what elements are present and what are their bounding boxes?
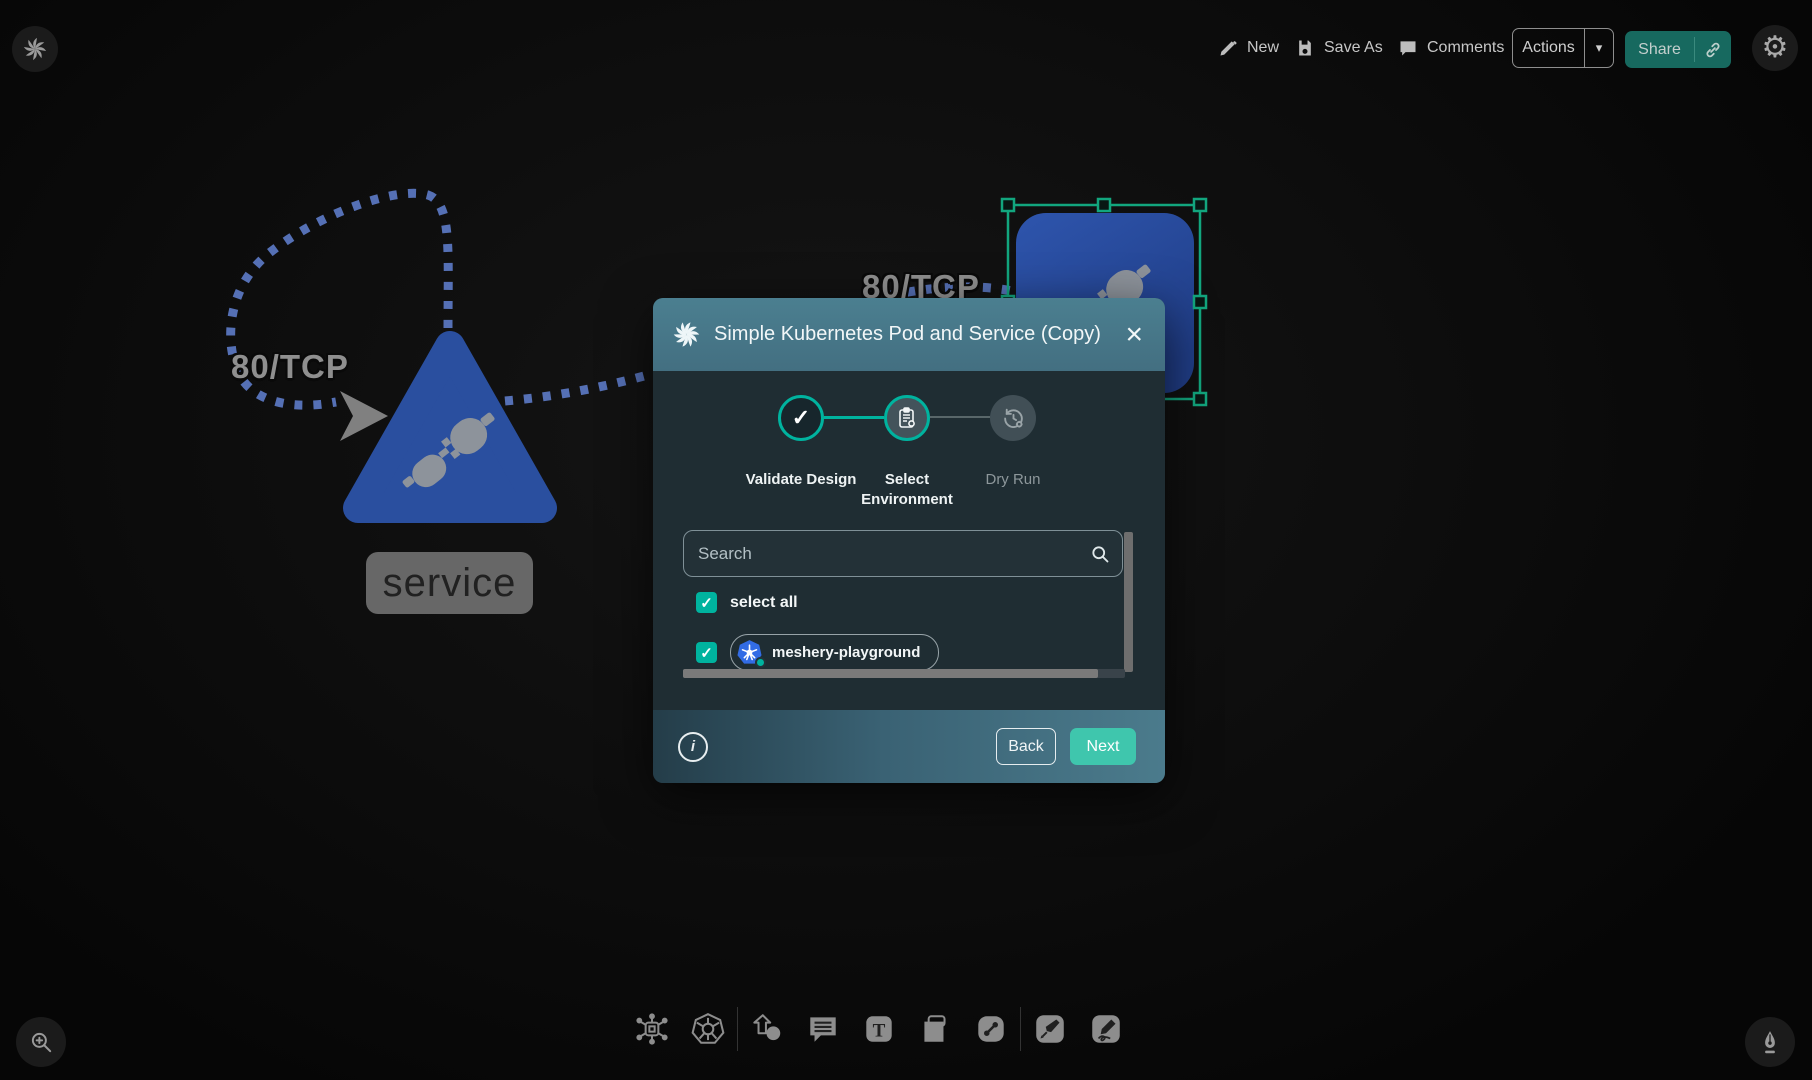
comments-button[interactable]: Comments [1398, 38, 1504, 58]
pen-nib-icon [1757, 1029, 1783, 1055]
note-tool-button[interactable] [907, 1001, 963, 1057]
meshery-logo-icon [673, 321, 700, 348]
actions-dropdown[interactable]: Actions ▾ [1512, 28, 1614, 68]
new-button[interactable]: New [1218, 38, 1279, 58]
select-all-label: select all [730, 594, 798, 612]
meshery-design-canvas: { "icons": { "close": "×", "caret": "▾",… [0, 0, 1812, 1080]
share-button[interactable]: Share [1625, 31, 1731, 68]
environment-search [683, 530, 1123, 577]
pen-mode-button[interactable] [1745, 1017, 1795, 1067]
edge-icon [973, 1011, 1009, 1047]
app-menu-button[interactable] [12, 26, 58, 72]
shapes-tool-button[interactable] [739, 1001, 795, 1057]
actions-label: Actions [1513, 39, 1584, 57]
environment-checkbox[interactable]: ✓ [696, 642, 717, 663]
edge-port-label: 80/TCP [231, 348, 349, 386]
text-tool-button[interactable]: T [851, 1001, 907, 1057]
environment-chip[interactable]: meshery-playground [730, 634, 939, 671]
step-dry-run-circle [990, 395, 1036, 441]
environment-name: meshery-playground [772, 644, 920, 661]
connection-status-dot [755, 657, 766, 668]
close-icon[interactable]: × [1123, 320, 1145, 350]
step-select-environment-label: Select Environment [849, 470, 965, 509]
edge-tool-button[interactable] [963, 1001, 1019, 1057]
comment-tool-button[interactable] [795, 1001, 851, 1057]
gear-icon: ⚙ [1762, 33, 1789, 63]
save-icon [1295, 38, 1315, 58]
stepper-connector-done [824, 416, 884, 419]
toolbar-divider [1020, 1007, 1021, 1051]
info-icon[interactable]: i [678, 732, 708, 762]
horizontal-scrollbar-thumb[interactable] [683, 669, 1098, 678]
select-all-row: ✓ select all [696, 592, 798, 613]
back-button[interactable]: Back [996, 728, 1056, 765]
pen-tool-button[interactable] [1022, 1001, 1078, 1057]
clipboard-gear-icon [895, 406, 919, 430]
modal-header: Simple Kubernetes Pod and Service (Copy)… [653, 298, 1165, 371]
kubernetes-icon [690, 1011, 726, 1047]
modal-title: Simple Kubernetes Pod and Service (Copy) [714, 323, 1123, 346]
pencil-icon [1218, 38, 1238, 58]
step-dry-run-label: Dry Run [955, 470, 1071, 490]
select-all-checkbox[interactable]: ✓ [696, 592, 717, 613]
share-label: Share [1625, 41, 1694, 59]
copy-link-icon[interactable] [1695, 41, 1731, 59]
horizontal-scrollbar[interactable] [683, 669, 1125, 678]
text-tool-letter: T [873, 1020, 886, 1041]
comment-icon [1398, 38, 1418, 58]
comment-icon [805, 1011, 841, 1047]
vertical-scrollbar[interactable] [1124, 532, 1133, 672]
edge-arrowhead [340, 391, 388, 441]
service-node[interactable] [358, 346, 542, 508]
environment-row: ✓ meshery-playground [696, 634, 939, 671]
step-validate-design-label: Validate Design [743, 470, 859, 490]
search-icon[interactable] [1090, 544, 1110, 564]
zoom-button[interactable] [16, 1017, 66, 1067]
text-icon: T [861, 1011, 897, 1047]
settings-button[interactable]: ⚙ [1752, 25, 1798, 71]
sketch-tool-button[interactable] [1078, 1001, 1134, 1057]
component-icon [634, 1011, 670, 1047]
zoom-in-icon [28, 1029, 54, 1055]
step-select-environment-circle[interactable] [884, 395, 930, 441]
service-node-label: service [366, 552, 533, 614]
stepper-connector-pending [930, 416, 990, 418]
chevron-down-icon[interactable]: ▾ [1585, 40, 1613, 56]
modal-footer: i Back Next [653, 710, 1165, 783]
meshery-pinwheel-icon [23, 37, 47, 61]
save-as-button[interactable]: Save As [1295, 38, 1383, 58]
step-validate-design-circle[interactable]: ✓ [778, 395, 824, 441]
next-button[interactable]: Next [1070, 728, 1136, 765]
pen-tool-icon [1032, 1011, 1068, 1047]
search-input[interactable] [696, 543, 1090, 565]
shapes-icon [749, 1011, 785, 1047]
note-icon [917, 1011, 953, 1047]
sketch-icon [1088, 1011, 1124, 1047]
toolbar-divider [737, 1007, 738, 1051]
check-icon: ✓ [792, 405, 810, 431]
canvas-toolbar: T [624, 1001, 1134, 1057]
kubernetes-tool-button[interactable] [680, 1001, 736, 1057]
component-tool-button[interactable] [624, 1001, 680, 1057]
deploy-modal: Simple Kubernetes Pod and Service (Copy)… [653, 298, 1165, 783]
dry-run-icon [1001, 406, 1026, 431]
